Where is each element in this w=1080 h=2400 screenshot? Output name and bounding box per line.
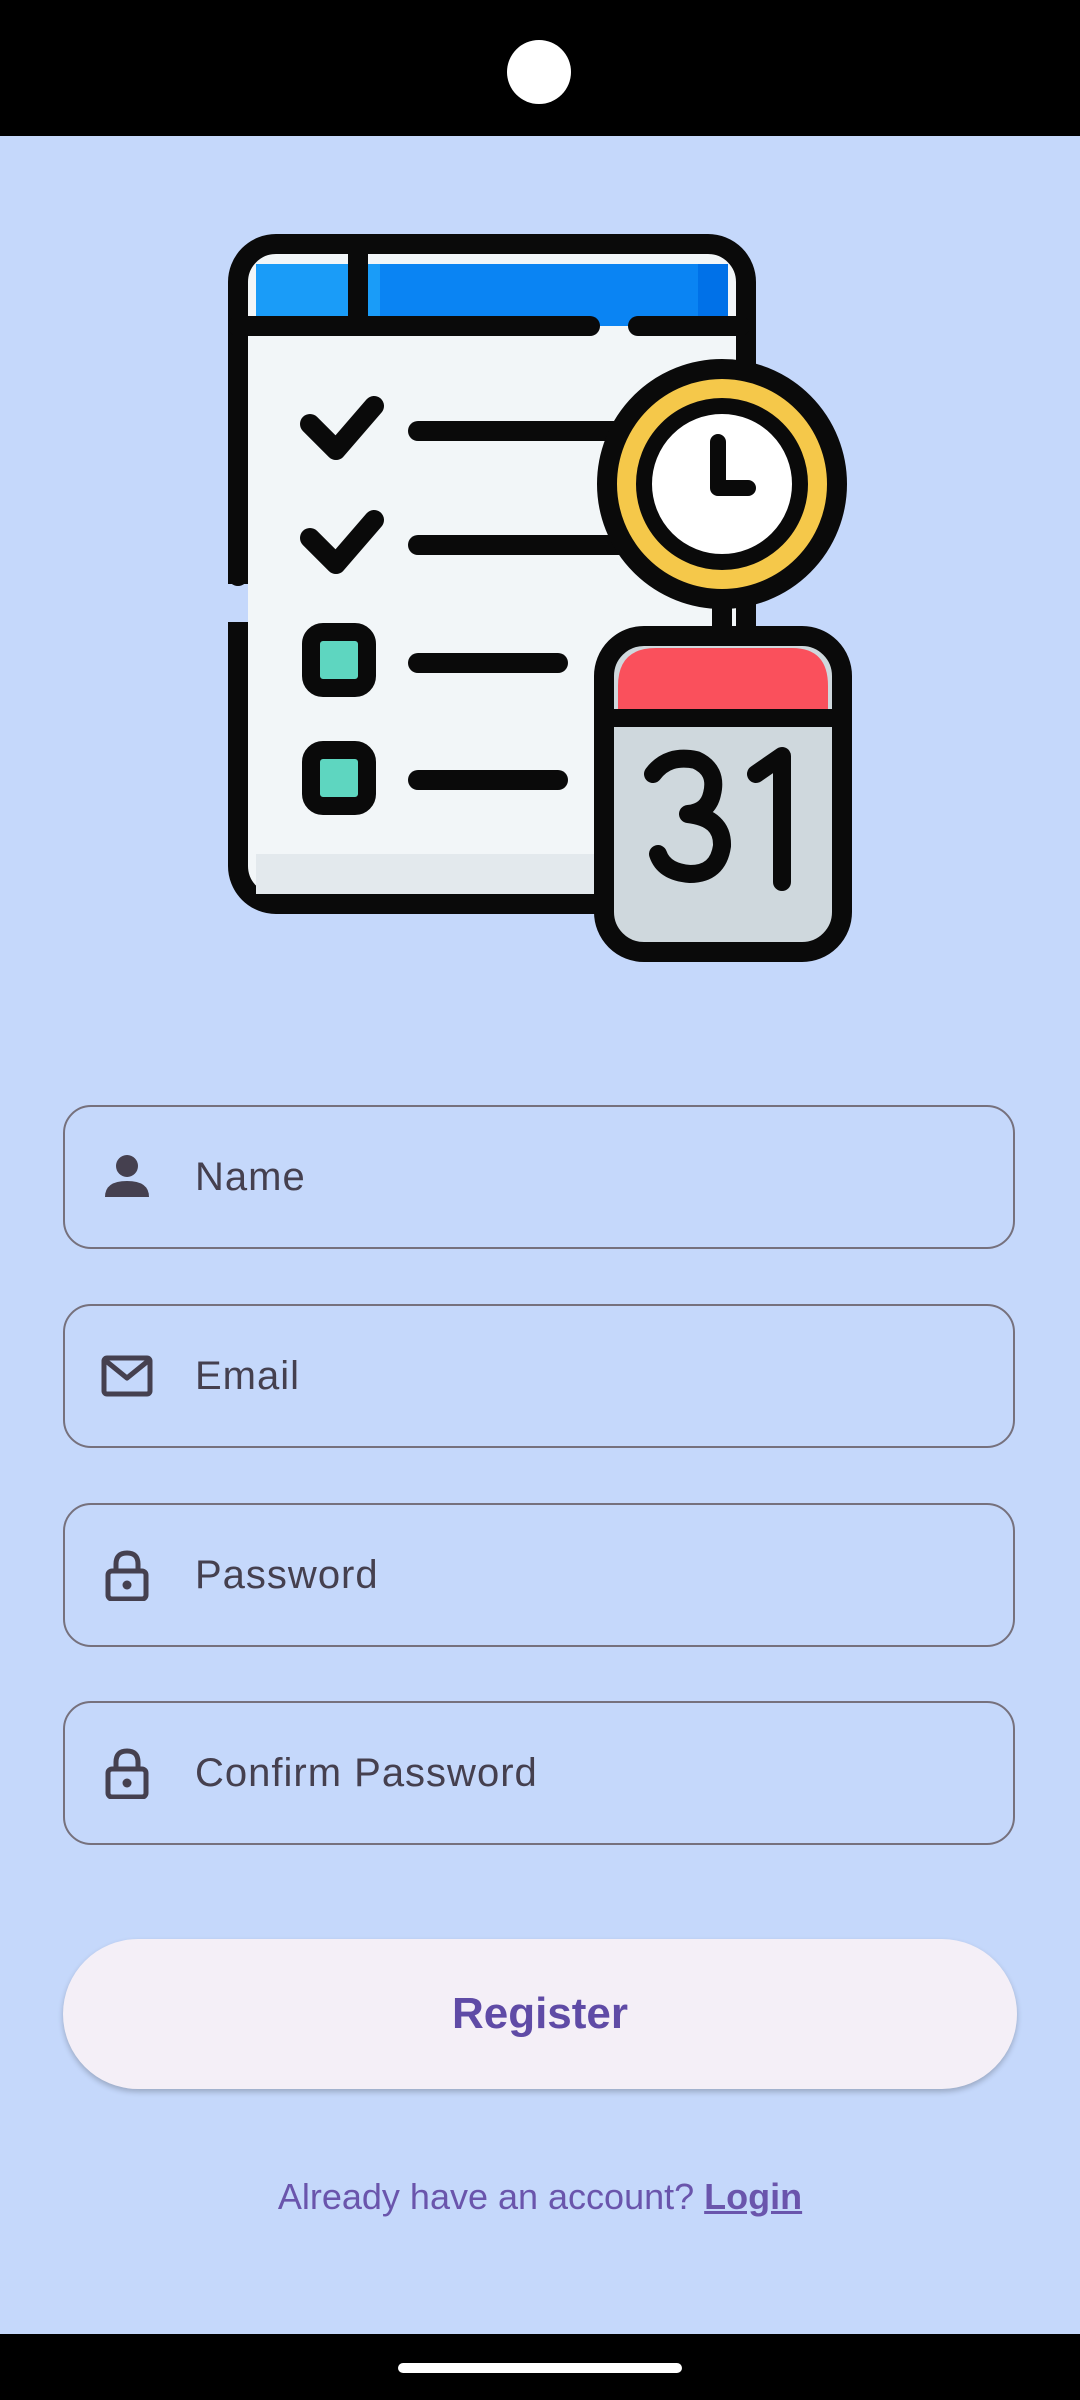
password-input[interactable] <box>195 1505 955 1645</box>
confirm-password-input[interactable] <box>195 1703 955 1843</box>
name-input[interactable] <box>195 1107 955 1247</box>
lock-icon <box>105 1748 149 1799</box>
register-button[interactable]: Register <box>63 1939 1017 2089</box>
login-prompt-text: Already have an account? <box>277 2176 705 2217</box>
task-checklist-calendar-icon: 31 <box>228 234 852 962</box>
confirm-password-field[interactable] <box>63 1701 1015 1845</box>
register-screen: 31 <box>0 136 1080 2334</box>
mail-icon <box>101 1355 153 1397</box>
person-icon <box>105 1155 149 1197</box>
name-field[interactable] <box>63 1105 1015 1249</box>
home-indicator[interactable] <box>398 2363 682 2373</box>
password-field[interactable] <box>63 1503 1015 1647</box>
device-frame: 31 <box>0 0 1080 2400</box>
login-link[interactable]: Login <box>704 2176 802 2217</box>
lock-icon <box>105 1550 149 1601</box>
login-prompt: Already have an account? Login <box>0 2176 1080 2218</box>
front-camera <box>507 40 571 104</box>
email-input[interactable] <box>195 1306 955 1446</box>
email-field[interactable] <box>63 1304 1015 1448</box>
navigation-bar <box>0 2334 1080 2400</box>
status-bar <box>0 0 1080 136</box>
